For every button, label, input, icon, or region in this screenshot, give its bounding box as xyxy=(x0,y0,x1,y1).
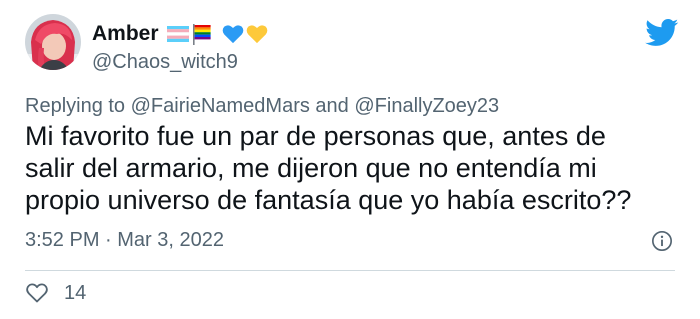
like-count: 14 xyxy=(64,281,87,304)
trans-flag-icon xyxy=(166,26,189,42)
timestamp-link[interactable]: 3:52 PM · Mar 3, 2022 xyxy=(25,229,224,252)
tweet-text: Mi favorito fue un par de personas que, … xyxy=(25,120,685,216)
mention-link[interactable]: @FairieNamedMars xyxy=(131,95,310,117)
like-button[interactable]: 14 xyxy=(25,281,86,305)
tweet-text-line: salir del armario, me dijeron que no ent… xyxy=(25,153,597,183)
rainbow-flag-icon xyxy=(192,24,211,45)
yellow-heart-icon xyxy=(246,25,267,44)
avatar[interactable] xyxy=(25,14,81,70)
replying-to-line: Replying to @FairieNamedMars and @Finall… xyxy=(25,95,499,118)
tweet-text-line: Mi favorito fue un par de personas que, … xyxy=(25,121,606,151)
name-row: Amber xyxy=(92,20,268,48)
info-icon[interactable] xyxy=(651,230,673,252)
tweet-card: Amber @Chaos_witch9 Replying to @FairieN… xyxy=(0,0,700,319)
user-handle[interactable]: @Chaos_witch9 xyxy=(92,51,268,74)
author-block: Amber @Chaos_witch9 xyxy=(92,20,268,74)
mention-link[interactable]: @FinallyZoey23 xyxy=(354,95,499,117)
heart-icon xyxy=(26,283,48,303)
replying-to-label: Replying to xyxy=(25,95,126,117)
display-name[interactable]: Amber xyxy=(92,22,159,46)
avatar-image xyxy=(25,14,81,70)
blue-heart-icon xyxy=(222,25,243,44)
twitter-bird-icon[interactable] xyxy=(645,19,679,47)
tweet-text-line: propio universo de fantasía que yo había… xyxy=(25,185,632,215)
divider xyxy=(25,270,675,271)
conjunction-label: and xyxy=(315,95,349,117)
